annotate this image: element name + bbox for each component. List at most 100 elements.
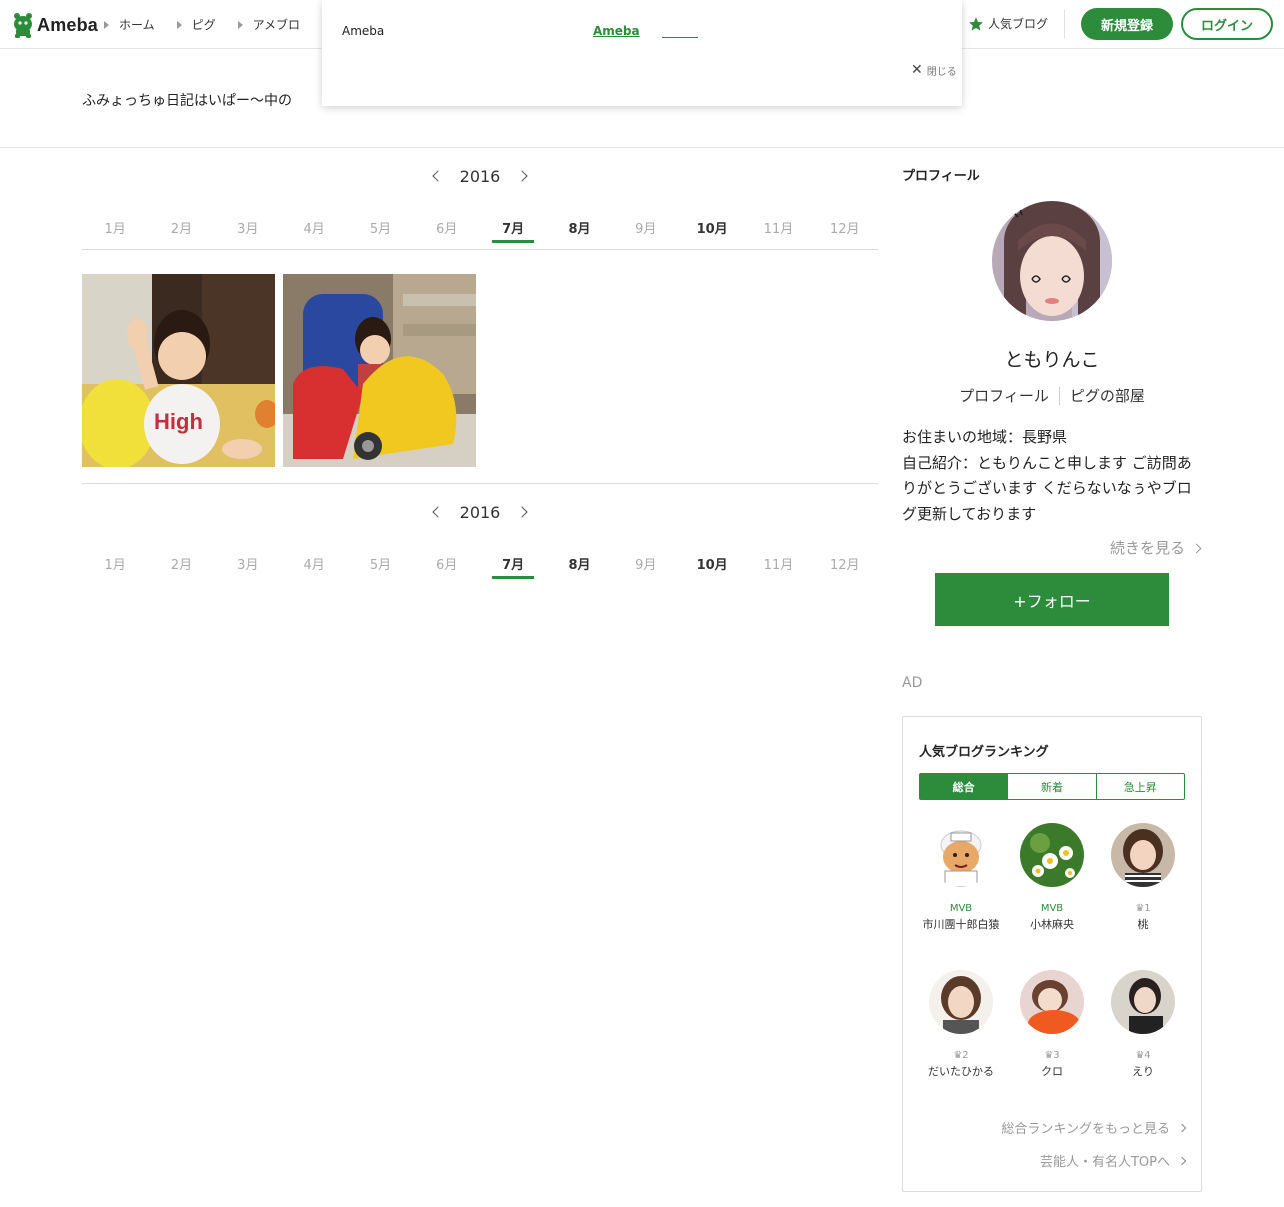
star-icon	[969, 16, 983, 31]
next-year-icon[interactable]	[516, 506, 529, 518]
popup-link-secondary[interactable]	[662, 24, 698, 38]
celebrity-top-link[interactable]: 芸能人・有名人TOPへ	[1039, 1151, 1187, 1170]
ranking-item[interactable]: ♛ 2 だいたひかる	[921, 970, 1001, 1079]
person-avatar-image	[1111, 823, 1175, 887]
nav-pigg-label: ピグ	[191, 18, 216, 32]
popup-close-button[interactable]: ✕ 閉じる	[911, 62, 957, 78]
month-tab: 9月	[635, 558, 657, 573]
profile-avatar[interactable]	[992, 201, 1112, 321]
notice-popup: Ameba Ameba ✕ 閉じる	[322, 0, 962, 106]
ranking-badge: ♛ 3	[1012, 1048, 1092, 1062]
ranking-badge: ♛ 2	[921, 1048, 1001, 1062]
ranking-rank: 4	[1144, 1049, 1151, 1061]
ranking-avatar	[1020, 823, 1084, 887]
month-tab[interactable]: 8月	[546, 216, 612, 248]
ranking-badge: ♛ 1	[1103, 901, 1183, 915]
year-label: 2016	[459, 166, 501, 186]
close-icon: ✕	[911, 62, 923, 78]
photo-thumbnail[interactable]: High	[82, 274, 275, 467]
tab-new[interactable]: 新着	[1008, 774, 1097, 799]
login-button[interactable]: ログイン	[1181, 8, 1273, 40]
more-overall-ranking-link[interactable]: 総合ランキングをもっと見る	[1001, 1118, 1187, 1137]
ranking-avatar	[1111, 823, 1175, 887]
read-more-link[interactable]: 続きを見る	[902, 537, 1202, 558]
crown-icon: ♛	[953, 1049, 963, 1061]
month-tab: 6月	[436, 558, 458, 573]
month-tab: 11月	[763, 222, 794, 237]
month-tab-active[interactable]: 7月	[480, 552, 546, 584]
next-year-icon[interactable]	[516, 170, 529, 182]
follow-button[interactable]: +フォロー	[935, 573, 1169, 626]
archive-divider	[82, 483, 878, 484]
prev-year-icon[interactable]	[431, 506, 444, 518]
popup-link[interactable]: Ameba	[593, 24, 640, 38]
ranking-item[interactable]: MVB 小林麻央	[1012, 823, 1092, 932]
ranking-avatar	[1020, 970, 1084, 1034]
month-tabs-underline	[82, 249, 878, 250]
ranking-badge: MVB	[1040, 902, 1064, 914]
person-avatar-image	[929, 970, 993, 1034]
ranking-badge: MVB	[949, 902, 973, 914]
caret-right-icon	[176, 20, 182, 29]
nav-ameblo[interactable]: アメブロ	[237, 16, 301, 33]
ranking-name: 市川團十郎白猿	[922, 918, 1000, 931]
crown-icon: ♛	[1135, 1049, 1145, 1061]
month-tab: 2月	[170, 558, 193, 573]
nav-ameblo-label: アメブロ	[252, 18, 301, 32]
tab-overall[interactable]: 総合	[920, 774, 1009, 799]
ameba-logo[interactable]: Ameba	[12, 11, 98, 39]
child-photo-image: High	[82, 274, 275, 467]
month-tab[interactable]: 10月	[679, 216, 745, 248]
caricature-avatar-image	[929, 823, 993, 887]
prev-year-icon[interactable]	[431, 170, 444, 182]
child-car-photo-image	[283, 274, 476, 467]
month-tab: 1月	[104, 222, 126, 237]
popular-blog-link[interactable]: 人気ブログ	[968, 15, 1048, 32]
ranking-item[interactable]: ♛ 4 えり	[1103, 970, 1183, 1079]
month-tab: 11月	[763, 558, 794, 573]
ranking-item[interactable]: MVB 市川團十郎白猿	[921, 823, 1001, 932]
profile-links: プロフィール ピグの部屋	[902, 385, 1202, 406]
chevron-right-icon	[1177, 1123, 1187, 1132]
popup-close-label: 閉じる	[926, 66, 957, 78]
blog-title[interactable]: ふみょっちゅ日記はいぱー〜中の	[82, 90, 292, 110]
profile-description: お住まいの地域：長野県 自己紹介：ともりんこと申します ご訪問ありがとうございま…	[902, 425, 1202, 527]
title-divider	[0, 147, 1284, 148]
month-tab: 1月	[104, 558, 126, 573]
ranking-item[interactable]: ♛ 3 クロ	[1012, 970, 1092, 1079]
chevron-right-icon	[1191, 543, 1202, 554]
month-tab: 4月	[303, 222, 325, 237]
month-tab: 5月	[369, 558, 392, 573]
ranking-avatar	[1111, 970, 1175, 1034]
header-divider	[1064, 10, 1065, 38]
ameba-mascot-icon	[14, 13, 32, 38]
month-tab-active[interactable]: 7月	[480, 216, 546, 248]
ranking-name: だいたひかる	[928, 1065, 994, 1078]
ranking-name: 小林麻央	[1030, 918, 1074, 931]
month-tabs-bottom: 1月 2月 3月 4月 5月 6月 7月 8月 9月 10月 11月 12月	[82, 552, 878, 584]
crown-icon: ♛	[1044, 1049, 1054, 1061]
ranking-tabs: 総合 新着 急上昇	[919, 773, 1185, 800]
month-tab[interactable]: 8月	[546, 552, 612, 584]
ranking-item[interactable]: ♛ 1 桃	[1103, 823, 1183, 932]
ranking-title: 人気ブログランキング	[919, 745, 1049, 760]
tab-rising[interactable]: 急上昇	[1097, 774, 1184, 799]
more-overall-ranking-label: 総合ランキングをもっと見る	[1001, 1122, 1170, 1137]
month-tab: 5月	[369, 222, 392, 237]
year-label: 2016	[459, 502, 501, 522]
ranking-rank: 2	[962, 1049, 969, 1061]
photo-thumbnail[interactable]	[283, 274, 476, 467]
nav-home[interactable]: ホーム	[104, 16, 155, 33]
profile-region: お住まいの地域：長野県	[902, 428, 1068, 446]
nav-pigg[interactable]: ピグ	[176, 16, 216, 33]
flowers-avatar-image	[1020, 823, 1084, 887]
pigg-room-link[interactable]: ピグの部屋	[1060, 385, 1155, 406]
month-tab[interactable]: 10月	[679, 552, 745, 584]
profile-link[interactable]: プロフィール	[949, 385, 1059, 406]
celebrity-top-label: 芸能人・有名人TOPへ	[1039, 1155, 1170, 1170]
read-more-label: 続きを見る	[1109, 539, 1185, 557]
year-nav-top: 2016	[82, 164, 878, 188]
signup-button[interactable]: 新規登録	[1081, 8, 1173, 40]
ranking-rank: 1	[1144, 902, 1151, 914]
month-tab: 12月	[830, 222, 860, 237]
